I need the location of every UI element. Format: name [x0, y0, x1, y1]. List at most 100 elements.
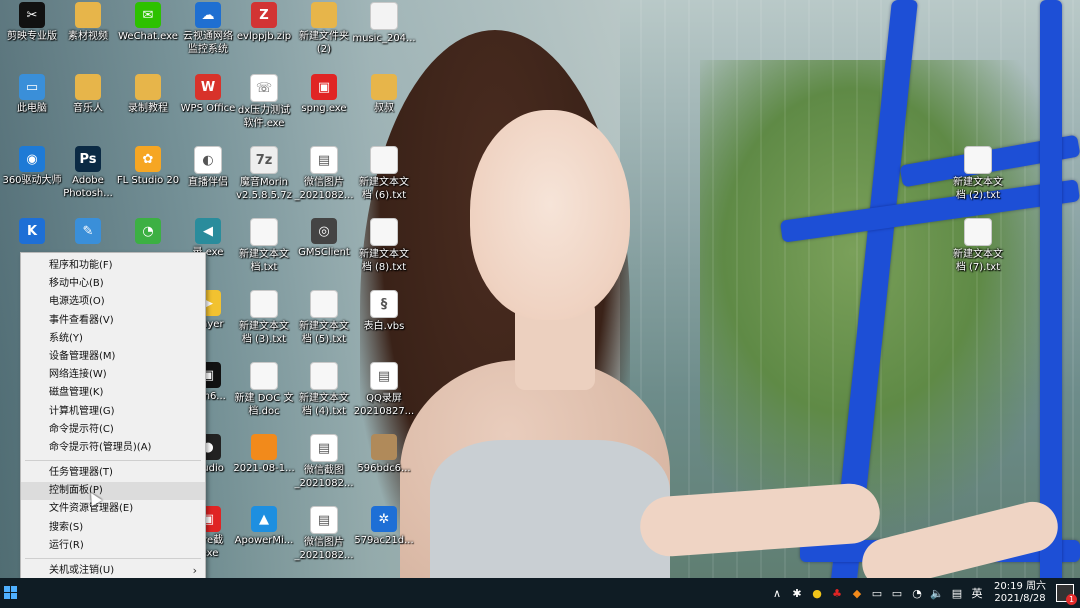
desktop-icon[interactable]: ▤ QQ录屏 20210827...: [352, 362, 416, 418]
desktop-icon[interactable]: 7z 魔音Morin v2.5.8.5.7z: [232, 146, 296, 202]
desktop-icon-label: 新建文本文 档 (2).txt: [953, 177, 1003, 201]
desktop-icon-label: 叔叔: [374, 103, 394, 114]
desktop-icon[interactable]: 新建文本文 档 (8).txt: [352, 218, 416, 274]
menu-run[interactable]: 运行(R): [21, 537, 205, 555]
driver-icon: ◉: [19, 146, 45, 172]
clock[interactable]: 20:19 周六 2021/8/28: [994, 581, 1046, 605]
menu-programs-features[interactable]: 程序和功能(F): [21, 257, 205, 275]
clock-time: 20:19 周六: [994, 581, 1046, 592]
desktop-icon[interactable]: ✲ 579ac21d...: [352, 506, 416, 547]
desktop-icon[interactable]: Zevlppjb.zip: [232, 2, 296, 43]
desktop-icon[interactable]: ✿ FL Studio 20: [116, 146, 180, 187]
desktop-icon[interactable]: ✉ WeChat.exe: [116, 2, 180, 43]
input-mode-icon[interactable]: ✱: [790, 586, 804, 600]
desktop-icon[interactable]: ☁ 云视通网络 监控系统: [176, 2, 240, 56]
capcut-icon: ✂: [19, 2, 45, 28]
notification-center-button[interactable]: 1: [1056, 584, 1077, 605]
menu-system[interactable]: 系统(Y): [21, 330, 205, 348]
photoshop-icon: Ps: [75, 146, 101, 172]
desktop-icon[interactable]: ▤ 微信图片 _2021082...: [292, 506, 356, 562]
live-icon: ◐: [194, 146, 222, 174]
display-icon[interactable]: ▭: [890, 586, 904, 600]
desktop-icon[interactable]: ◉ 360驱动大师: [0, 146, 64, 187]
menu-command-prompt-admin[interactable]: 命令提示符(管理员)(A): [21, 439, 205, 457]
app-tray-red-icon[interactable]: ♣: [830, 586, 844, 600]
desktop-icon[interactable]: ▣ spng.exe: [292, 74, 356, 115]
desktop-icon[interactable]: ✂ 剪映专业版: [0, 2, 64, 43]
desktop-icon-label: dx压力测试 软件.exe: [237, 105, 291, 129]
desktop-icon[interactable]: ◐ 直播伴侣: [176, 146, 240, 189]
desktop-icon[interactable]: 2021-08-1...: [232, 434, 296, 475]
image-icon: ✲: [371, 506, 397, 532]
desktop-icon[interactable]: 素材视频: [56, 2, 120, 43]
menu-item-label: 程序和功能(F): [49, 260, 113, 271]
desktop-icon-label: GMSClient: [298, 247, 350, 258]
desktop-icon[interactable]: 叔叔: [352, 74, 416, 115]
image-icon: ▤: [370, 362, 398, 390]
desktop-icon-label: QQ录屏 20210827...: [353, 393, 415, 417]
image-icon: [251, 434, 277, 460]
desktop-icon[interactable]: ☏ dx压力测试 软件.exe: [232, 74, 296, 130]
desktop-icon[interactable]: ▲ ApowerMi...: [232, 506, 296, 547]
folder-icon: [75, 2, 101, 28]
wifi-icon[interactable]: ◔: [910, 586, 924, 600]
desktop-icon[interactable]: ▤ 微信图片 _2021082...: [292, 146, 356, 202]
battery-icon[interactable]: ▭: [870, 586, 884, 600]
desktop-icon[interactable]: 新建文本文 档 (7).txt: [946, 218, 1010, 274]
desktop-icon[interactable]: 新建 DOC 文 档.doc: [232, 362, 296, 418]
desktop-icon[interactable]: ▭ 此电脑: [0, 74, 64, 115]
desktop-icon[interactable]: ◔: [116, 218, 180, 246]
menu-item-label: 磁盘管理(K): [49, 387, 104, 399]
desktop-icon-label: WPS Office: [180, 103, 236, 114]
desktop-icon[interactable]: W WPS Office: [176, 74, 240, 115]
volume-icon[interactable]: 🔈: [930, 586, 944, 600]
desktop-icon[interactable]: K: [0, 218, 64, 246]
show-hidden-icons-icon[interactable]: ∧: [770, 586, 784, 600]
menu-item-label: 电源选项(O): [49, 296, 105, 308]
windows-logo-icon: [4, 593, 10, 599]
menu-disk-management[interactable]: 磁盘管理(K): [21, 384, 205, 402]
notification-count-badge: 1: [1066, 594, 1077, 605]
script-icon: §: [370, 290, 398, 318]
app-tray-yellow-icon[interactable]: ●: [810, 586, 824, 600]
menu-device-manager[interactable]: 设备管理器(M): [21, 348, 205, 366]
desktop-icon[interactable]: 录制教程: [116, 74, 180, 115]
desktop-icon[interactable]: 新建文本文 档 (6).txt: [352, 146, 416, 202]
menu-item-label: 命令提示符(C): [49, 423, 114, 435]
desktop-icon-label: 新建文件夹 (2): [299, 31, 349, 55]
desktop-icon[interactable]: ✎: [56, 218, 120, 246]
wechat-icon: ✉: [135, 2, 161, 28]
desktop-icon[interactable]: 新建文本文 档.txt: [232, 218, 296, 274]
menu-network-connections[interactable]: 网络连接(W): [21, 366, 205, 384]
desktop-icon[interactable]: § 表白.vbs: [352, 290, 416, 333]
desktop-icon-label: WeChat.exe: [118, 31, 178, 42]
desktop-icon[interactable]: Ps Adobe Photosh...: [56, 146, 120, 200]
desktop-icon[interactable]: 新建文本文 档 (2).txt: [946, 146, 1010, 202]
menu-event-viewer[interactable]: 事件查看器(V): [21, 312, 205, 330]
start-button[interactable]: [4, 586, 18, 600]
desktop-icon[interactable]: 596bdc6...: [352, 434, 416, 475]
desktop-icon[interactable]: music_204...: [352, 2, 416, 45]
desktop-icon[interactable]: 新建文本文 档 (5).txt: [292, 290, 356, 346]
menu-mobility-center[interactable]: 移动中心(B): [21, 275, 205, 293]
desktop-icon-label: 表白.vbs: [363, 321, 405, 332]
app-tray-orange-icon[interactable]: ◆: [850, 586, 864, 600]
menu-power-options[interactable]: 电源选项(O): [21, 293, 205, 311]
menu-computer-management[interactable]: 计算机管理(G): [21, 403, 205, 421]
desktop-icon[interactable]: ◎ GMSClient: [292, 218, 356, 259]
menu-control-panel[interactable]: 控制面板(P): [21, 482, 205, 501]
menu-file-explorer[interactable]: 文件资源管理器(E): [21, 500, 205, 518]
keyboard-icon[interactable]: ▤: [950, 586, 964, 600]
desktop-icon[interactable]: ▤ 微信截图 _2021082...: [292, 434, 356, 490]
desktop-icon-label: 微信图片 _2021082...: [294, 537, 354, 561]
menu-command-prompt[interactable]: 命令提示符(C): [21, 421, 205, 439]
app-icon: ◔: [135, 218, 161, 244]
archive-icon: 7z: [250, 146, 278, 174]
desktop-icon[interactable]: 音乐人: [56, 74, 120, 115]
menu-task-manager[interactable]: 任务管理器(T): [21, 464, 205, 482]
menu-search[interactable]: 搜索(S): [21, 519, 205, 537]
ime-indicator[interactable]: 英: [970, 586, 984, 600]
desktop-icon[interactable]: 新建文件夹 (2): [292, 2, 356, 56]
desktop-icon[interactable]: 新建文本文 档 (3).txt: [232, 290, 296, 346]
desktop-icon[interactable]: 新建文本文 档 (4).txt: [292, 362, 356, 418]
